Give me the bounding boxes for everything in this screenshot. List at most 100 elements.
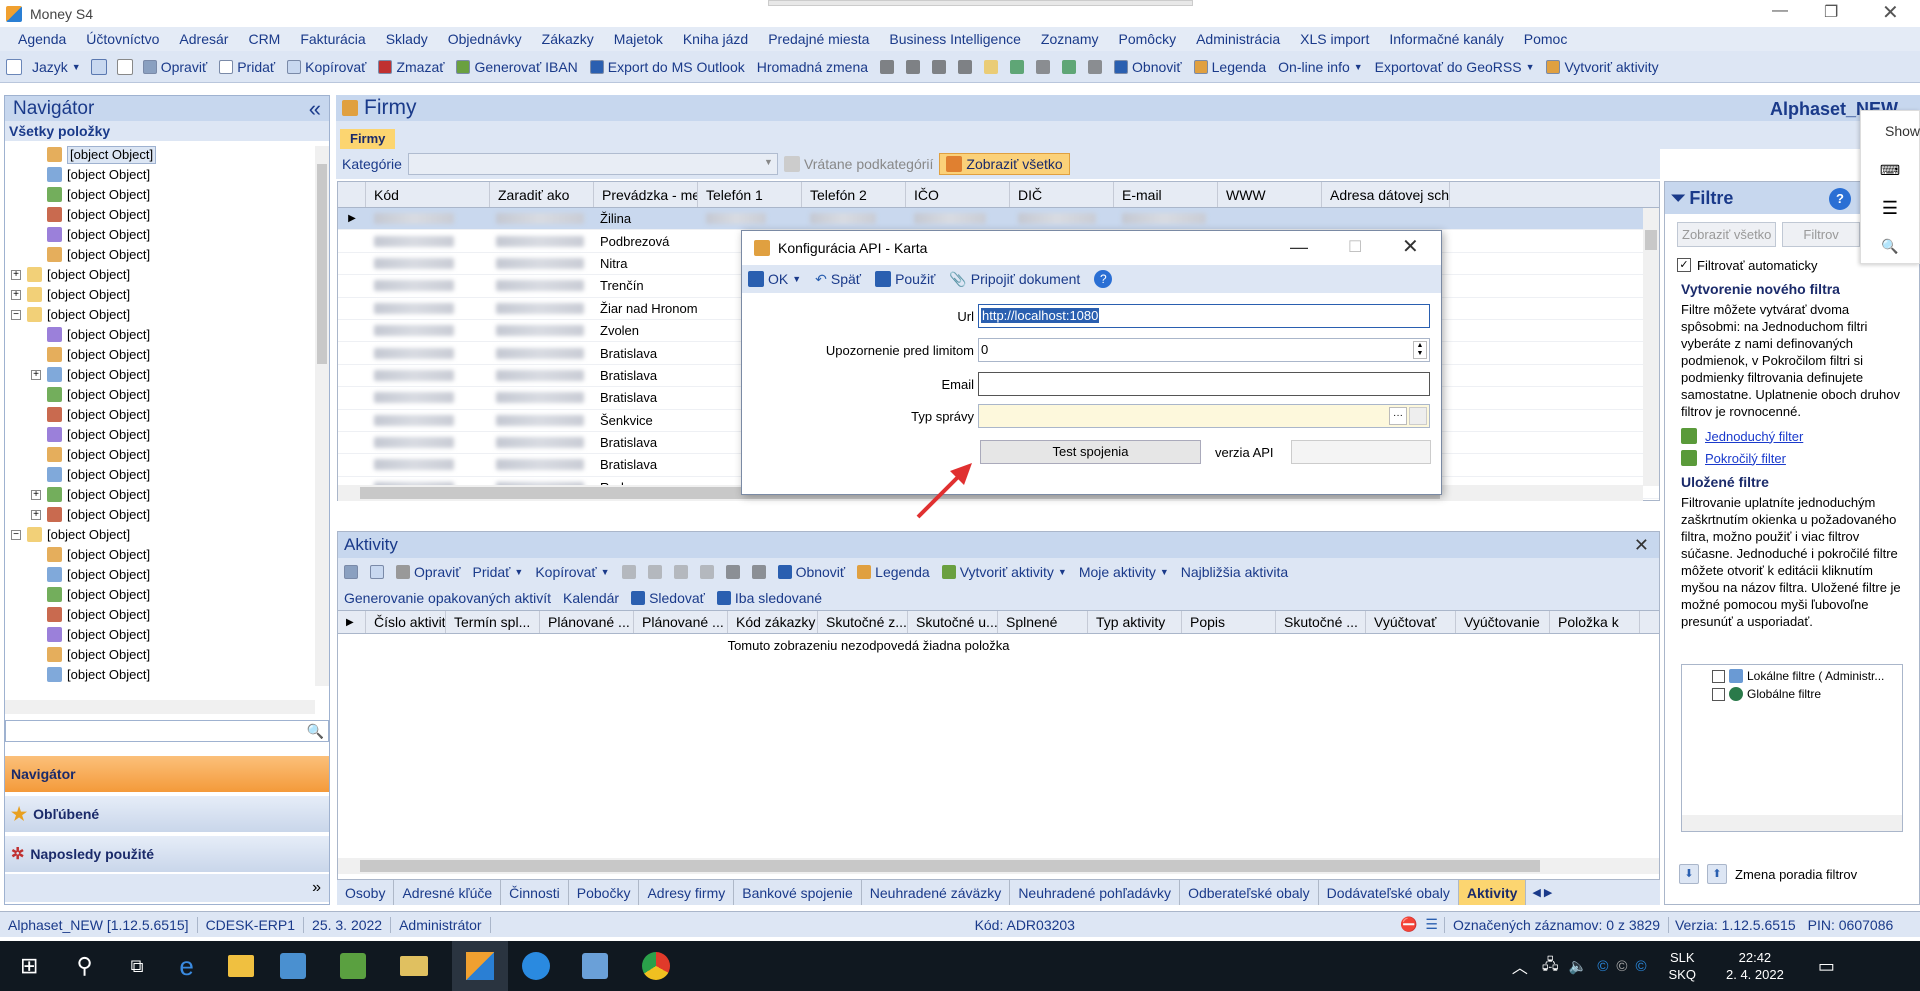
column-header[interactable]: Zaradiť ako <box>490 182 594 207</box>
search-icon[interactable]: ⚲ <box>76 953 92 979</box>
toolbar-button[interactable]: Generovať IBAN <box>456 59 578 75</box>
toolbar-button[interactable]: On-line info ▼ <box>1278 59 1363 75</box>
toolbar-button[interactable]: Hromadná zmena <box>757 59 868 75</box>
firmy-vscroll[interactable] <box>1643 208 1659 486</box>
column-header[interactable]: Telefón 1 <box>698 182 802 207</box>
navigator-scrollbar[interactable] <box>315 146 329 686</box>
advanced-filter-link[interactable]: Pokročilý filter <box>1665 444 1919 466</box>
menu-item[interactable]: Administrácia <box>1186 31 1290 47</box>
aktivity-toolbar-button[interactable]: Kopírovať ▼ <box>535 564 609 580</box>
vratane-toggle[interactable]: Vrátane podkategórií <box>783 156 933 172</box>
close-icon[interactable]: ✕ <box>1882 0 1899 25</box>
expand-icon[interactable]: + <box>31 510 41 520</box>
nav-item[interactable]: [object Object] <box>5 445 329 465</box>
menu-item[interactable]: Informačné kanály <box>1379 31 1513 47</box>
collapse-icon[interactable]: « <box>309 96 321 122</box>
toolbar-icon[interactable] <box>1036 59 1051 74</box>
aktivity-toolbar-button[interactable]: Moje aktivity ▼ <box>1079 564 1169 580</box>
filter-button[interactable]: Filtrov <box>1782 222 1860 247</box>
layout-icon[interactable] <box>6 58 22 75</box>
section-favorites[interactable]: ★ Obľúbené <box>5 796 329 832</box>
toolbar-icon[interactable] <box>958 59 973 74</box>
column-header[interactable]: Vyúčtovať <box>1366 611 1456 633</box>
toolbar-icon[interactable] <box>673 565 688 579</box>
menu-item[interactable]: Sklady <box>376 31 438 47</box>
ellipsis-icon[interactable]: ··· <box>1389 407 1407 425</box>
help-icon[interactable]: ? <box>1094 270 1113 288</box>
column-header[interactable]: Kód zákazky <box>728 611 818 633</box>
menu-item[interactable]: Business Intelligence <box>879 31 1031 47</box>
zobrazit-vsetko-button[interactable]: Zobraziť všetko <box>939 153 1070 175</box>
toolbar-icon[interactable] <box>984 59 999 74</box>
aktivity-close-icon[interactable]: ✕ <box>1634 535 1649 556</box>
nav-item[interactable]: + [object Object] <box>5 285 329 305</box>
clear-icon[interactable] <box>1409 407 1427 425</box>
bottom-tab[interactable]: Neuhradené záväzky <box>862 880 1011 905</box>
nav-item[interactable]: [object Object] <box>5 405 329 425</box>
tray-app-icon-3[interactable]: © <box>1635 958 1646 975</box>
attach-button[interactable]: 📎 Pripojiť dokument <box>949 271 1080 288</box>
toolbar-icon[interactable] <box>370 565 384 579</box>
kategorie-select[interactable]: ▼ <box>407 153 778 175</box>
menu-item[interactable]: XLS import <box>1290 31 1379 47</box>
email-field[interactable] <box>978 372 1430 396</box>
windows-start-icon[interactable]: ⊞ <box>20 953 38 979</box>
checkbox-icon[interactable] <box>1712 669 1725 683</box>
rss-icon[interactable]: ☰ <box>1425 916 1438 933</box>
menu-item[interactable]: Majetok <box>604 31 673 47</box>
money-s4-task[interactable] <box>451 941 508 991</box>
section-navigator[interactable]: Navigátor <box>5 756 329 792</box>
tray-app-icon-1[interactable]: © <box>1597 958 1608 975</box>
menu-item[interactable]: Účtovníctvo <box>76 31 169 47</box>
tray-app-icon-2[interactable]: © <box>1616 958 1627 975</box>
nav-item[interactable]: [object Object] <box>5 585 329 605</box>
menu-item[interactable]: Pomoc <box>1514 31 1578 47</box>
network-icon[interactable]: 🖧 <box>1542 954 1559 979</box>
tray-chevron-icon[interactable]: ︿ <box>1512 954 1528 978</box>
nav-item[interactable]: [object Object] <box>5 345 329 365</box>
menu-item[interactable]: Adresár <box>169 31 238 47</box>
toolbar-button[interactable]: Obnoviť <box>1114 59 1182 75</box>
column-header[interactable]: WWW <box>1218 182 1322 207</box>
aktivity-toolbar2-button[interactable]: Kalendár <box>563 590 619 606</box>
arrow-down-icon[interactable]: ⬇ <box>1679 864 1699 884</box>
aktivity-toolbar-button[interactable]: Najbližšia aktivita <box>1181 564 1288 580</box>
use-button[interactable]: Použiť <box>875 271 935 287</box>
restore-icon[interactable]: ❐ <box>1824 2 1838 22</box>
column-header[interactable]: Plánované ... <box>634 611 728 633</box>
toolbar-icon[interactable] <box>906 59 921 74</box>
menu-icon[interactable]: ☰ <box>1861 189 1919 227</box>
bottom-tab[interactable]: Aktivity <box>1458 880 1527 905</box>
tab-scroll-icon[interactable]: ◀ ▶ <box>1532 886 1552 899</box>
filters-hscroll[interactable] <box>1682 815 1902 831</box>
column-header[interactable]: DIČ <box>1010 182 1114 207</box>
teamviewer-icon[interactable] <box>521 952 550 980</box>
section-recent[interactable]: ✲ Naposledy použité <box>5 836 329 872</box>
column-header[interactable]: Položka k <box>1550 611 1640 633</box>
arrow-up-icon[interactable]: ⬆ <box>1707 864 1727 884</box>
toolbar-icon[interactable] <box>621 565 636 579</box>
spinner-icon[interactable]: ▲ ▼ <box>1413 341 1427 359</box>
nav-item[interactable]: [object Object] <box>5 565 329 585</box>
nav-item[interactable]: [object Object] <box>5 385 329 405</box>
grid-icon[interactable] <box>90 58 107 75</box>
toolbar-button[interactable]: Legenda <box>1193 59 1266 75</box>
aktivity-toolbar-button[interactable]: Vytvoriť aktivity ▼ <box>941 564 1067 580</box>
bottom-tab[interactable]: Bankové spojenie <box>734 880 862 905</box>
local-filters[interactable]: Lokálne filtre ( Administr... <box>1682 665 1902 683</box>
keyboard-icon[interactable]: ⌨ <box>1861 151 1919 189</box>
nav-item[interactable]: [object Object] <box>5 625 329 645</box>
toolbar-button[interactable]: Exportovať do GeoRSS ▼ <box>1375 59 1535 75</box>
show-button[interactable]: Show <box>1861 111 1920 151</box>
checkbox-icon[interactable]: ✓ <box>1677 258 1691 272</box>
toolbar-icon[interactable] <box>880 59 895 74</box>
nav-item[interactable]: + [object Object] <box>5 365 329 385</box>
bottom-tab[interactable]: Odberateľské obaly <box>1180 880 1319 905</box>
nav-item[interactable]: + [object Object] <box>5 485 329 505</box>
nav-item[interactable]: − [object Object] <box>5 525 329 545</box>
toolbar-icon[interactable] <box>699 565 714 579</box>
nav-item[interactable]: [object Object] <box>5 645 329 665</box>
aktivity-toolbar-button[interactable]: Opraviť <box>396 564 460 580</box>
column-header[interactable]: Prevádzka - mesto <box>594 182 698 207</box>
column-header[interactable]: IČO <box>906 182 1010 207</box>
